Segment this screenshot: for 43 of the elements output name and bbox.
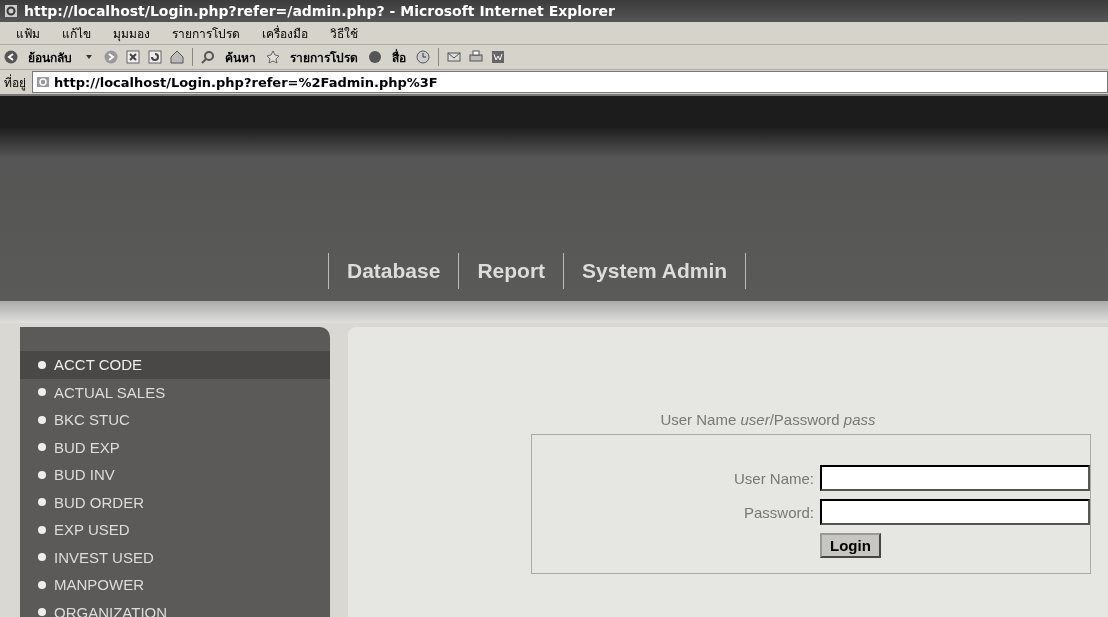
menu-item[interactable]: รายการโปรด [172,23,240,43]
window-title: http://localhost/Login.php?refer=/admin.php? - Microsoft Internet Explorer [24,3,615,19]
sidebar-item[interactable]: ACCT CODE [20,351,330,379]
favorites-button[interactable]: รายการโปรด [288,47,360,67]
refresh-icon[interactable] [148,50,162,64]
print-icon[interactable] [469,50,483,64]
word-icon[interactable] [491,50,505,64]
nav-link[interactable]: Database [328,253,459,289]
address-label: ที่อยู่ [4,73,26,92]
page-icon [36,75,50,89]
sidebar-item[interactable]: ACTUAL SALES [20,378,330,406]
star-icon[interactable] [266,50,280,64]
back-button[interactable]: ย้อนกลับ [26,47,74,67]
nav-link[interactable]: Report [458,253,564,289]
media-button[interactable]: สื่อ [390,47,408,67]
home-icon[interactable] [170,50,184,64]
password-label: Password: [743,503,814,521]
sidebar-item[interactable]: BUD INV [20,461,330,489]
search-icon[interactable] [201,50,215,64]
username-label: User Name: [733,469,814,487]
search-button[interactable]: ค้นหา [223,47,258,67]
stop-icon[interactable] [126,50,140,64]
sidebar-item[interactable]: MANPOWER [20,571,330,599]
history-icon[interactable] [416,50,430,64]
sidebar-item[interactable]: EXP USED [20,516,330,544]
sidebar-item[interactable]: BKC STUC [20,406,330,434]
nav-link[interactable]: System Admin [563,253,747,289]
sidebar-item[interactable]: INVEST USED [20,543,330,571]
login-hint: User Name user/Password pass [660,411,876,428]
forward-icon[interactable] [104,50,118,64]
menu-item[interactable]: วิธีใช้ [330,23,358,43]
username-field[interactable] [820,465,1090,491]
sidebar-item[interactable]: ORGANIZATION [20,598,330,617]
menu-item[interactable]: แฟ้ม [16,23,40,43]
login-button[interactable]: Login [820,533,881,558]
menu-item[interactable]: แก้ไข [62,23,91,43]
mail-icon[interactable] [447,50,461,64]
browser-icon [4,4,18,18]
menu-item[interactable]: เครื่องมือ [262,23,308,43]
password-field[interactable] [820,499,1090,525]
sidebar-item[interactable]: BUD ORDER [20,488,330,516]
menu-item[interactable]: มุมมอง [113,23,150,43]
sidebar-item[interactable]: BUD EXP [20,433,330,461]
